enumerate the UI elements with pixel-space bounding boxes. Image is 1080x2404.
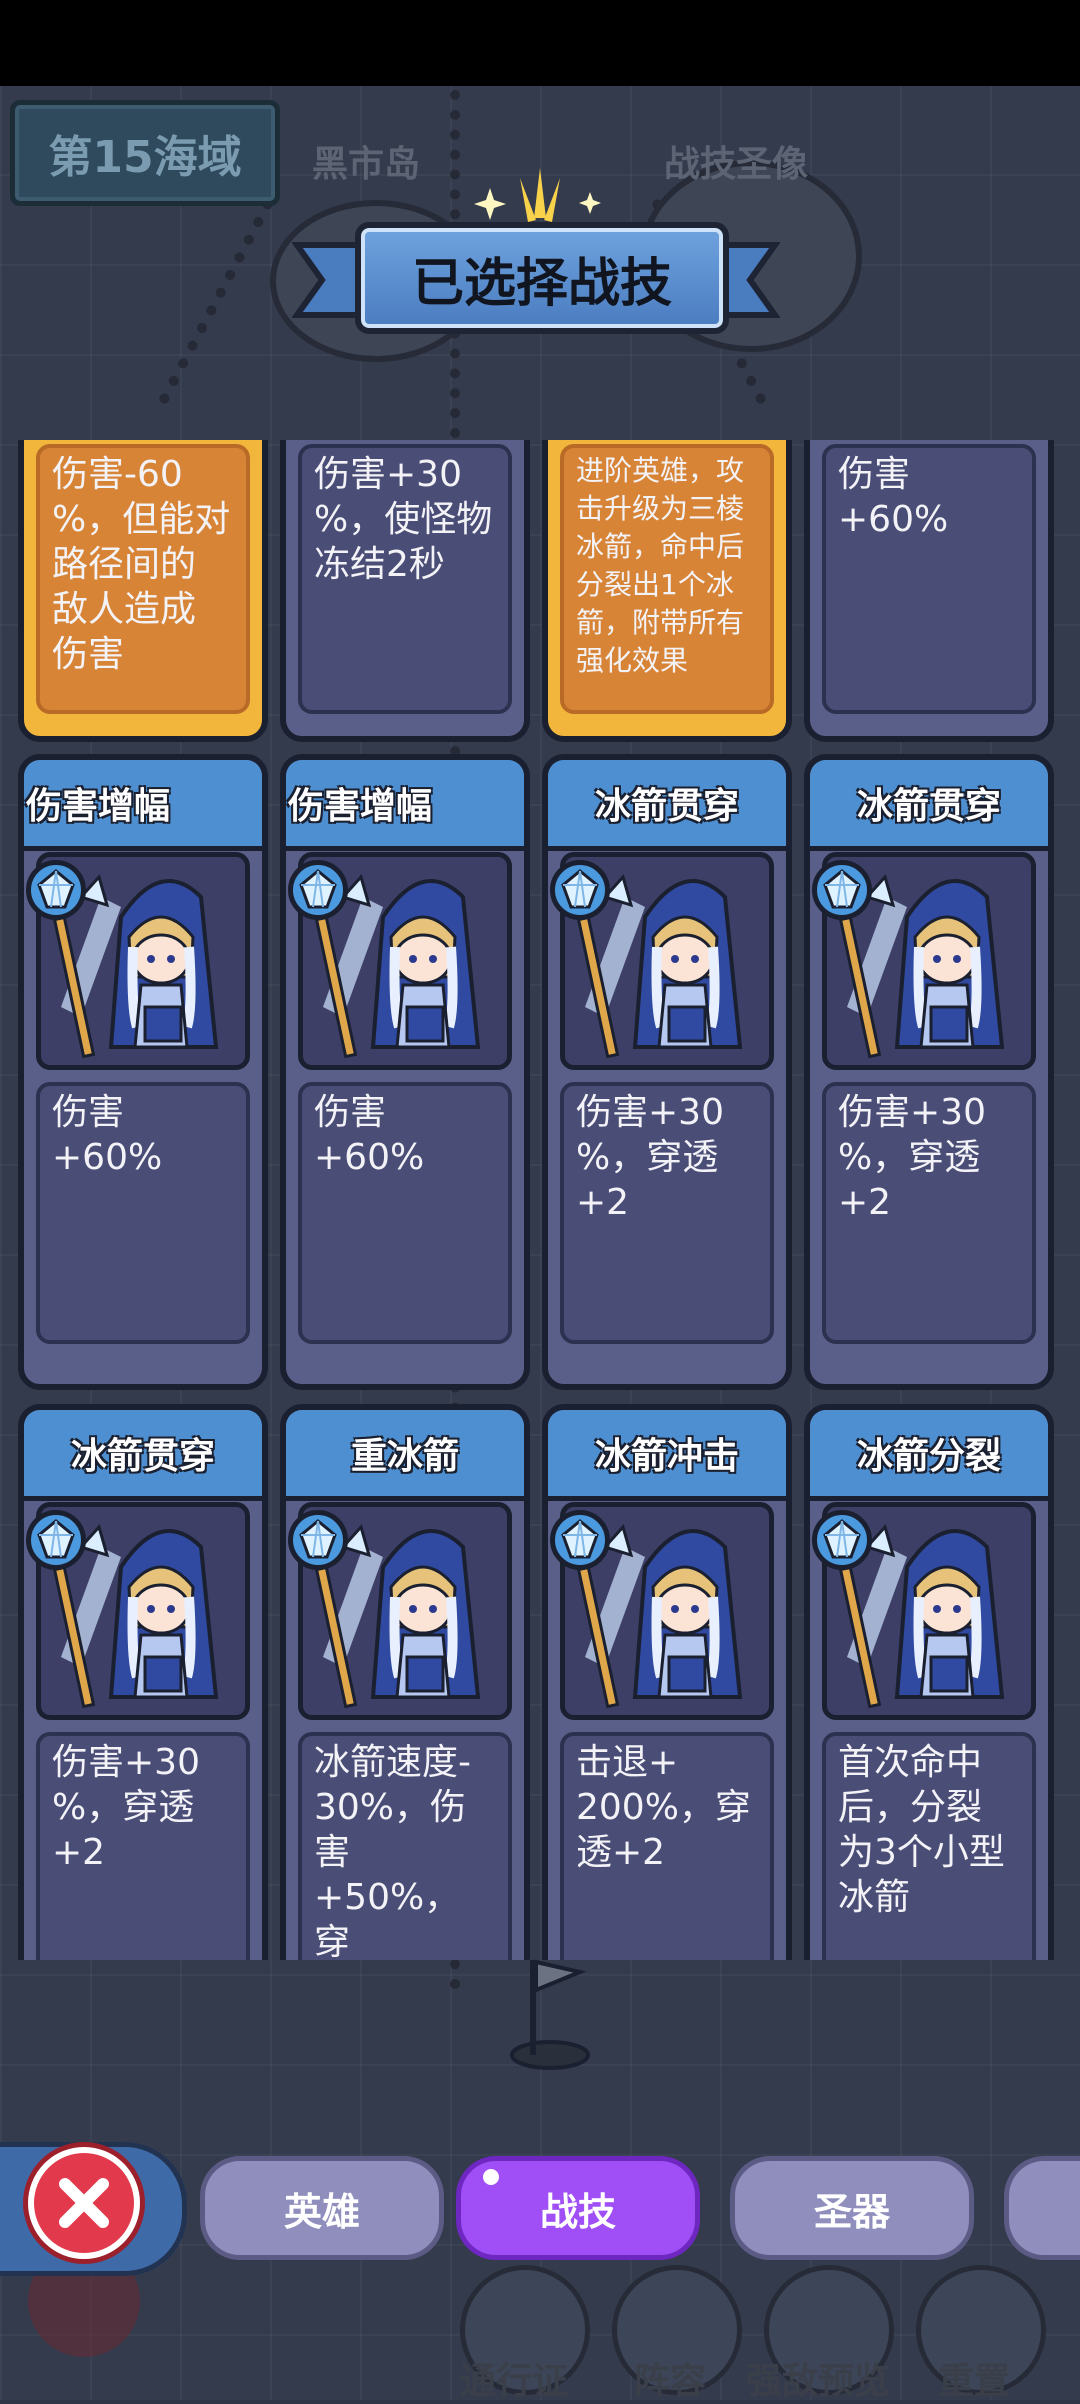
skill-card[interactable]: 冰箭贯穿 伤害+30 %，穿透+2 bbox=[804, 754, 1054, 1390]
tab-hero[interactable]: 英雄 bbox=[200, 2156, 444, 2260]
skill-description: 伤害+30 %，穿透+2 bbox=[560, 1082, 774, 1344]
skill-card[interactable]: 伤害增幅 伤害+60% bbox=[280, 754, 530, 1390]
tab-label: 圣器 bbox=[813, 2189, 890, 2234]
ice-crystal-icon bbox=[288, 1510, 348, 1570]
ice-crystal-icon bbox=[26, 1510, 86, 1570]
ice-crystal-icon bbox=[812, 1510, 872, 1570]
skill-description: 伤害+30 %，穿透+2 bbox=[36, 1732, 250, 1960]
skill-description: 伤害+60% bbox=[36, 1082, 250, 1344]
skill-description: 伤害+60% bbox=[298, 1082, 512, 1344]
nav-label-reset[interactable]: 重置 bbox=[938, 2352, 1010, 2404]
close-button[interactable] bbox=[28, 2147, 140, 2259]
skill-card[interactable]: 冰箭贯穿 伤害+30 %，穿透+2 bbox=[18, 1404, 268, 1960]
skill-card[interactable]: 伤害+30 %，使怪物 冻结2秒 bbox=[280, 440, 530, 742]
ice-crystal-icon bbox=[550, 860, 610, 920]
tab-more[interactable] bbox=[1004, 2156, 1080, 2260]
skill-description: 伤害+60% bbox=[822, 444, 1036, 714]
status-bar bbox=[0, 0, 1080, 86]
ice-crystal-icon bbox=[812, 860, 872, 920]
skill-title: 冰箭分裂 bbox=[810, 1410, 1048, 1501]
tab-skills[interactable]: 战技 bbox=[456, 2156, 700, 2260]
notification-dot bbox=[483, 2169, 499, 2185]
nav-label-enemy-preview[interactable]: 强敌预览 bbox=[746, 2352, 890, 2404]
island-label-skill-statue: 战技圣像 bbox=[664, 144, 809, 185]
skill-description: 进阶英雄，攻 击升级为三棱 冰箭，命中后 分裂出1个冰 箭，附带所有 强化效果 bbox=[560, 444, 774, 714]
skill-title: 冰箭贯穿 bbox=[24, 1410, 262, 1501]
bottom-nav: 通行证 阵容 强敌预览 重置 bbox=[0, 2240, 1080, 2402]
skill-description: 首次命中 后，分裂 为3个小型 冰箭 bbox=[822, 1732, 1036, 1960]
skill-description: 伤害-60 %，但能对 路径间的 敌人造成 伤害 bbox=[36, 444, 250, 714]
ice-crystal-icon bbox=[288, 860, 348, 920]
tab-label: 英雄 bbox=[283, 2189, 360, 2234]
skill-description: 伤害+30 %，使怪物 冻结2秒 bbox=[298, 444, 512, 714]
tab-relics[interactable]: 圣器 bbox=[730, 2156, 974, 2260]
skill-title: 伤害增幅 bbox=[24, 760, 262, 851]
tab-label: 战技 bbox=[539, 2189, 616, 2234]
sea-region-badge: 第15海域 bbox=[10, 100, 280, 206]
skill-description: 伤害+30 %，穿透+2 bbox=[822, 1082, 1036, 1344]
ice-crystal-icon bbox=[550, 1510, 610, 1570]
skill-card[interactable]: 伤害-60 %，但能对 路径间的 敌人造成 伤害 bbox=[18, 440, 268, 742]
close-icon bbox=[59, 2178, 109, 2228]
skill-title: 冰箭冲击 bbox=[548, 1410, 786, 1501]
skill-description: 击退+ 200%，穿 透+2 bbox=[560, 1732, 774, 1960]
skill-title: 冰箭贯穿 bbox=[810, 760, 1048, 851]
skill-card[interactable]: 伤害+60% bbox=[804, 440, 1054, 742]
panel-title: 已选择战技 bbox=[355, 222, 729, 334]
skill-card[interactable]: 伤害增幅 伤害+60% bbox=[18, 754, 268, 1390]
skill-title: 冰箭贯穿 bbox=[548, 760, 786, 851]
nav-label-pass[interactable]: 通行证 bbox=[460, 2352, 568, 2404]
skill-title: 重冰箭 bbox=[286, 1410, 524, 1501]
skill-card[interactable]: 冰箭贯穿 伤害+30 %，穿透+2 bbox=[542, 754, 792, 1390]
flag-icon bbox=[510, 1959, 590, 2070]
skill-title: 伤害增幅 bbox=[286, 760, 524, 851]
nav-label-lineup[interactable]: 阵容 bbox=[634, 2352, 706, 2404]
skill-description: 冰箭速度- 30%，伤害 +50%，穿 透+1 bbox=[298, 1732, 512, 1960]
skill-card[interactable]: 冰箭冲击 击退+ 200%，穿 透+2 bbox=[542, 1404, 792, 1960]
ice-crystal-icon bbox=[26, 860, 86, 920]
skill-card[interactable]: 进阶英雄，攻 击升级为三棱 冰箭，命中后 分裂出1个冰 箭，附带所有 强化效果 bbox=[542, 440, 792, 742]
skill-card[interactable]: 冰箭分裂 首次命中 后，分裂 为3个小型 冰箭 bbox=[804, 1404, 1054, 1960]
island-label-black-market: 黑市岛 bbox=[312, 144, 421, 185]
selected-skills-grid[interactable]: 伤害-60 %，但能对 路径间的 敌人造成 伤害 伤害+30 %，使怪物 冻结2… bbox=[18, 440, 1062, 1960]
skill-card[interactable]: 重冰箭 冰箭速度- 30%，伤害 +50%，穿 透+1 bbox=[280, 1404, 530, 1960]
